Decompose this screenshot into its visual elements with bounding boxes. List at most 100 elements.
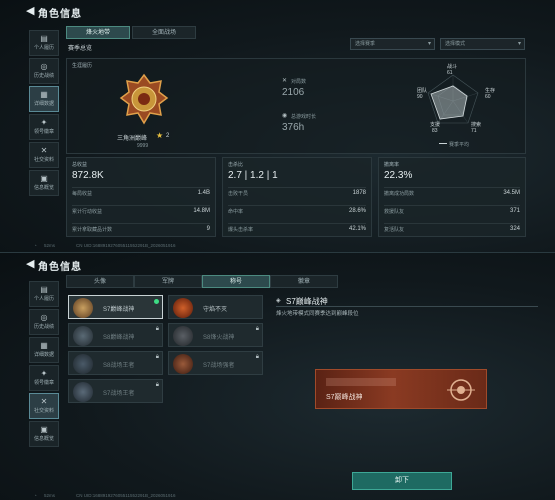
character-info-panel-titles: ◀ 角色信息 ▤ 个人履历 ◎ 历史战绩 ▦ 详细数据 ✦ 领号徽章 ✕ 社交资料 ▣ 信息… bbox=[0, 252, 555, 500]
lock-icon: 🔒︎ bbox=[255, 354, 259, 360]
title-item[interactable]: S7巅峰战神 bbox=[68, 295, 163, 319]
title-emblem-icon bbox=[73, 354, 93, 374]
ping: 52ms bbox=[44, 243, 56, 248]
career-summary: 生涯履历 三角洲巅峰 ★ 2 9999 ✕ 对局数 2106 ◉ 总游戏时长 3… bbox=[66, 58, 526, 154]
unequip-button[interactable]: 卸下 bbox=[352, 472, 452, 490]
stat-card-revenue: 总收益 872.8K 每局收益 1.4B 累计行动收益 14.8M 累计拿取藏品计数… bbox=[66, 157, 216, 237]
detail-description: 烽火地带模式同赛季达到巅峰段位 bbox=[276, 311, 359, 317]
badge-icon: ✦ bbox=[40, 118, 48, 127]
rank-name: 三角洲巅峰 bbox=[117, 136, 148, 142]
title-emblem-icon bbox=[173, 298, 193, 318]
uid-text: CN UID:168891927605511552291B_2026051916 bbox=[76, 493, 176, 498]
extract-value: 22.3% bbox=[384, 170, 413, 181]
resume-icon: ▤ bbox=[40, 285, 48, 294]
tab-badge[interactable]: 徽章 bbox=[270, 275, 338, 288]
ping: 52ms bbox=[44, 493, 56, 498]
title-item[interactable]: S7战场强者 🔒︎ bbox=[168, 351, 263, 375]
sidebar-item-history[interactable]: ◎ 历史战绩 bbox=[29, 58, 59, 84]
back-arrow-icon[interactable]: ◀ bbox=[26, 4, 34, 17]
crosshair-icon: ✕ bbox=[282, 78, 288, 84]
lock-icon: 🔒︎ bbox=[255, 326, 259, 332]
details-icon: ▦ bbox=[40, 90, 48, 99]
page-title: 角色信息 bbox=[38, 262, 82, 273]
revenue-value: 872.8K bbox=[72, 170, 104, 181]
stat-card-kd: 击杀比 2.7 | 1.2 | 1 击败干员 1878 命中率 28.6% 爆头击杀… bbox=[222, 157, 372, 237]
social-icon: ✕ bbox=[40, 146, 48, 155]
legend-swatch bbox=[439, 143, 447, 144]
clock-icon: ◉ bbox=[282, 113, 288, 119]
wifi-icon: ◔ bbox=[34, 243, 37, 248]
title-emblem-icon bbox=[173, 326, 193, 346]
title-item[interactable]: 守焰不灭 bbox=[168, 295, 263, 319]
tab-avatar[interactable]: 头像 bbox=[66, 275, 134, 288]
sidebar-item-details[interactable]: ▦ 详细数据 bbox=[29, 86, 59, 112]
detail-icon: ◈ bbox=[276, 298, 281, 304]
chevron-down-icon: ▾ bbox=[427, 41, 431, 47]
title-emblem-icon bbox=[173, 354, 193, 374]
sidebar-item-badges[interactable]: ✦ 领号徽章 bbox=[29, 365, 59, 391]
title-emblem-icon bbox=[73, 326, 93, 346]
uid-text: CN UID:168891927605511552291B_2026051916 bbox=[76, 243, 176, 248]
social-icon: ✕ bbox=[40, 397, 48, 406]
kd-value: 2.7 | 1.2 | 1 bbox=[228, 170, 278, 181]
overview-icon: ▣ bbox=[40, 174, 48, 183]
sidebar-item-social[interactable]: ✕ 社交资料 bbox=[29, 142, 59, 168]
stat-matches-label: 对局数 bbox=[291, 79, 307, 85]
badge-icon: ✦ bbox=[40, 369, 48, 378]
tab-dogtag[interactable]: 军牌 bbox=[134, 275, 202, 288]
rank-score: 9999 bbox=[137, 143, 149, 149]
title-item[interactable]: S7战场王者 🔒︎ bbox=[68, 379, 163, 403]
stat-time-label: 总游戏时长 bbox=[291, 114, 317, 120]
sidebar-item-resume[interactable]: ▤ 个人履历 bbox=[29, 30, 59, 56]
sidebar: ▤ 个人履历 ◎ 历史战绩 ▦ 详细数据 ✦ 领号徽章 ✕ 社交资料 ▣ 信息概览 bbox=[29, 30, 59, 198]
sidebar-item-social[interactable]: ✕ 社交资料 bbox=[29, 393, 59, 419]
rank-emblem-icon bbox=[119, 73, 169, 125]
history-icon: ◎ bbox=[40, 313, 48, 322]
sidebar-item-details[interactable]: ▦ 详细数据 bbox=[29, 337, 59, 363]
title-emblem-icon bbox=[73, 298, 93, 318]
season-select[interactable]: 选择赛季 ▾ bbox=[350, 38, 435, 50]
chevron-down-icon: ▾ bbox=[517, 41, 521, 47]
radar-legend: 赛季平均 bbox=[449, 142, 470, 148]
title-item[interactable]: S8巅峰战神 🔒︎ bbox=[68, 323, 163, 347]
star-icon: ★ bbox=[156, 131, 164, 140]
tab-title[interactable]: 称号 bbox=[202, 275, 270, 288]
sidebar-item-history[interactable]: ◎ 历史战绩 bbox=[29, 309, 59, 335]
career-label: 生涯履历 bbox=[72, 63, 93, 69]
tab-warfare[interactable]: 全面战场 bbox=[132, 26, 196, 39]
lock-icon: 🔒︎ bbox=[155, 326, 159, 332]
title-emblem-icon bbox=[73, 382, 93, 402]
lock-icon: 🔒︎ bbox=[155, 354, 159, 360]
sidebar-item-badges[interactable]: ✦ 领号徽章 bbox=[29, 114, 59, 140]
sidebar-item-resume[interactable]: ▤ 个人履历 bbox=[29, 281, 59, 307]
title-preview-banner: S7巅峰战神 bbox=[315, 369, 487, 409]
tab-havoc[interactable]: 烽火地带 bbox=[66, 26, 130, 39]
stat-time-value: 376h bbox=[282, 122, 305, 133]
overview-icon: ▣ bbox=[40, 425, 48, 434]
wifi-icon: ◔ bbox=[34, 493, 37, 498]
stat-card-extract: 撤离率 22.3% 撤离成功局数 34.5M 救援队友 371 复活队友 324 bbox=[378, 157, 526, 237]
back-arrow-icon[interactable]: ◀ bbox=[26, 257, 34, 270]
sidebar-item-overview[interactable]: ▣ 信息概览 bbox=[29, 421, 59, 447]
details-icon: ▦ bbox=[40, 341, 48, 350]
sidebar-item-overview[interactable]: ▣ 信息概览 bbox=[29, 170, 59, 196]
stat-matches-value: 2106 bbox=[282, 87, 305, 98]
season-overview-label: 赛季总览 bbox=[68, 46, 93, 52]
divider bbox=[276, 306, 538, 307]
character-info-panel-stats: ◀ 角色信息 ▤ 个人履历 ◎ 历史战绩 ▦ 详细数据 ✦ 领号徽章 ✕ 社交资料 ▣ 信息… bbox=[0, 0, 555, 252]
equipped-indicator bbox=[154, 299, 159, 304]
rank-stars: 2 bbox=[166, 133, 170, 139]
cosmetic-tabs: 头像 军牌 称号 徽章 bbox=[66, 275, 338, 288]
title-item[interactable]: S8烽火战神 🔒︎ bbox=[168, 323, 263, 347]
resume-icon: ▤ bbox=[40, 34, 48, 43]
title-item[interactable]: S8战场王者 🔒︎ bbox=[68, 351, 163, 375]
history-icon: ◎ bbox=[40, 62, 48, 71]
title-preview-emblem-icon bbox=[447, 379, 475, 401]
player-name-blurred bbox=[326, 378, 396, 386]
page-title: 角色信息 bbox=[38, 9, 82, 20]
lock-icon: 🔒︎ bbox=[155, 382, 159, 388]
mode-select[interactable]: 选择模式 ▾ bbox=[440, 38, 525, 50]
preview-title-name: S7巅峰战神 bbox=[326, 394, 363, 401]
mode-tabs: 烽火地带 全面战场 bbox=[66, 26, 196, 39]
sidebar: ▤ 个人履历 ◎ 历史战绩 ▦ 详细数据 ✦ 领号徽章 ✕ 社交资料 ▣ 信息概览 bbox=[29, 281, 59, 449]
